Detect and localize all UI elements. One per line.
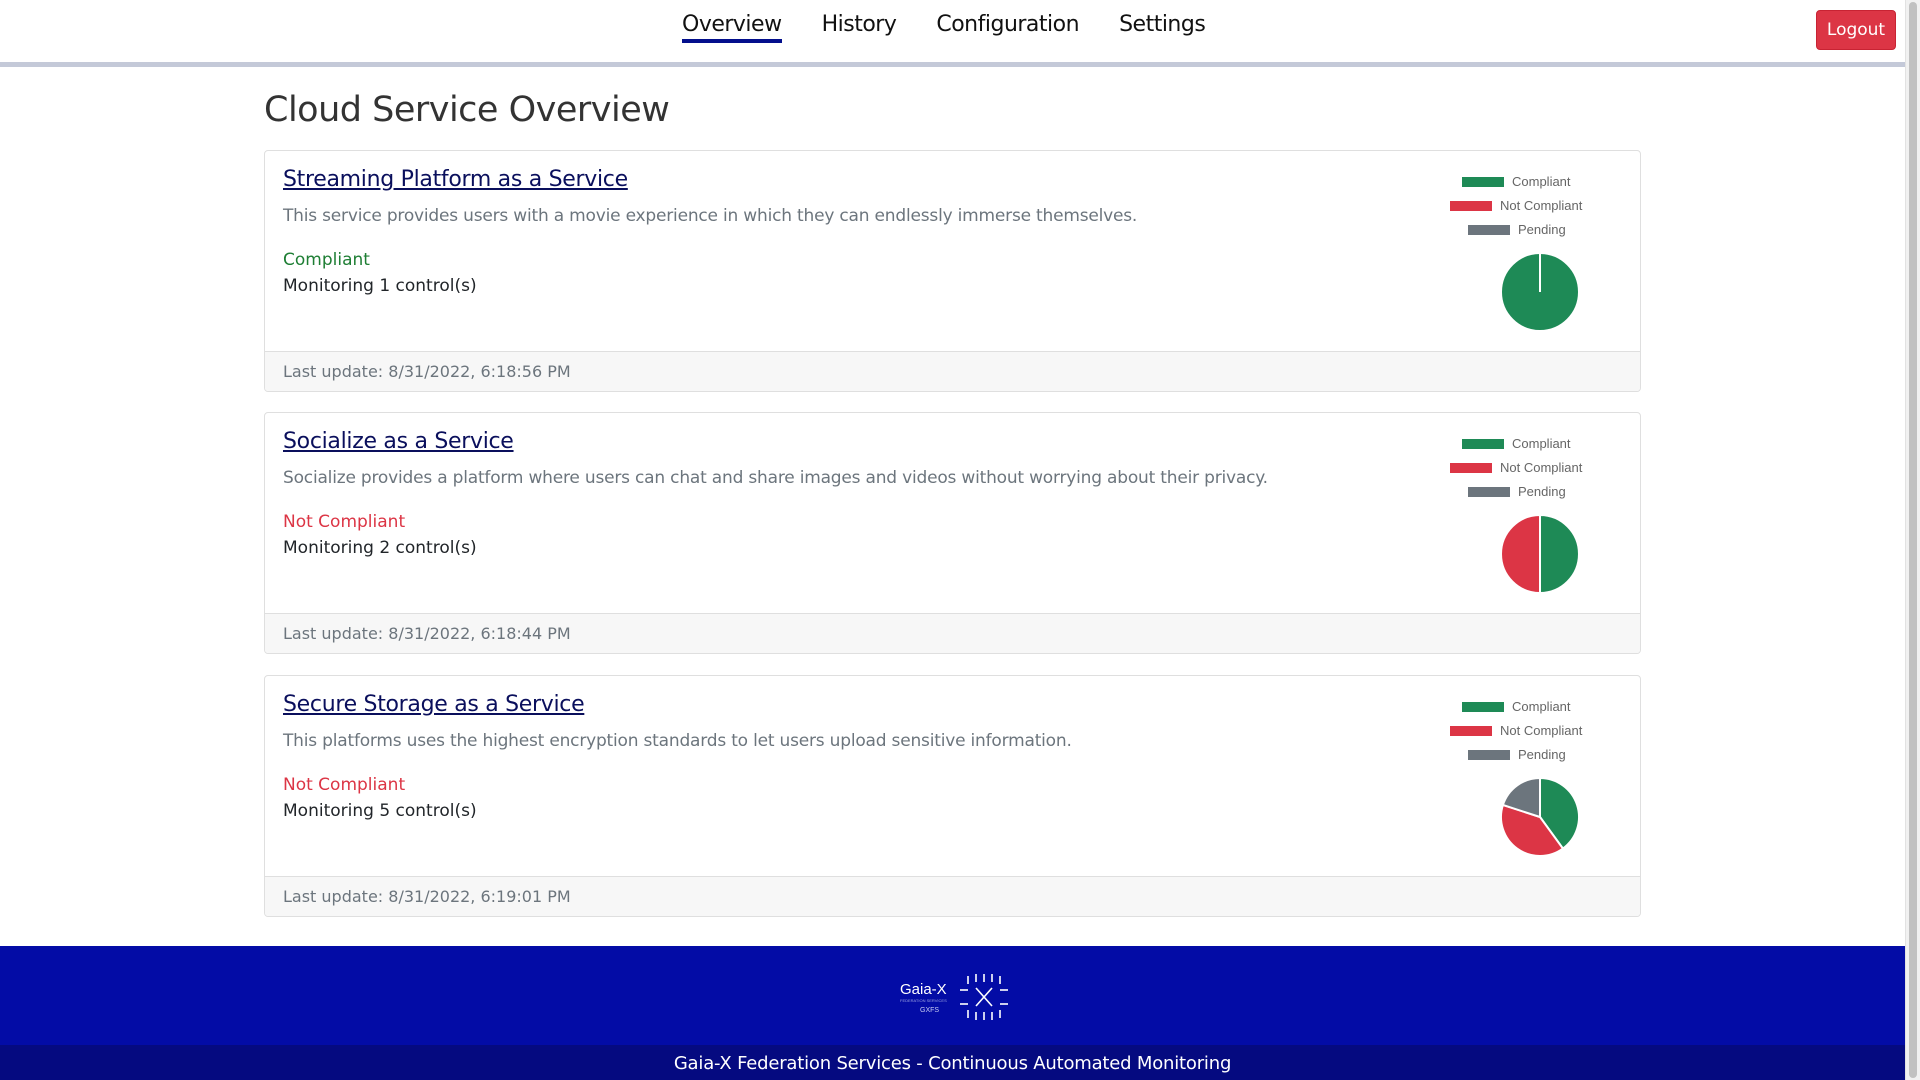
page-title: Cloud Service Overview [264,90,670,130]
legend-swatch-pending [1468,750,1510,760]
legend-swatch-not-compliant [1450,726,1492,736]
viewport: Overview History Configuration Settings … [0,0,1905,1080]
legend-label: Not Compliant [1500,460,1583,475]
legend-label: Pending [1518,484,1566,499]
legend-item-pending[interactable]: Pending [1468,222,1608,237]
card-footer: Last update: 8/31/2022, 6:19:01 PM [265,876,1640,916]
logo-starburst-icon [960,974,1008,1020]
nav-links: Overview History Configuration Settings [682,12,1245,43]
legend-item-not-compliant[interactable]: Not Compliant [1450,723,1610,738]
legend-label: Compliant [1512,436,1571,451]
pie-slice-compliant[interactable] [1539,514,1580,594]
footer-text: Gaia-X Federation Services - Continuous … [673,1053,1232,1074]
pie-svg [1500,252,1580,332]
compliance-status: Compliant [283,250,370,270]
legend-label: Compliant [1512,174,1571,189]
monitoring-count: Monitoring 2 control(s) [283,538,477,558]
last-update: Last update: 8/31/2022, 6:18:56 PM [283,362,571,381]
legend-item-not-compliant[interactable]: Not Compliant [1450,460,1610,475]
card-body: Streaming Platform as a Service This ser… [265,151,1640,351]
logo-sub: GXFS [920,1007,939,1014]
service-title-link[interactable]: Secure Storage as a Service [283,692,585,717]
service-title-link[interactable]: Socialize as a Service [283,429,514,454]
legend-label: Compliant [1512,699,1571,714]
legend-label: Not Compliant [1500,198,1583,213]
legend-item-compliant[interactable]: Compliant [1462,699,1602,714]
legend-label: Not Compliant [1500,723,1583,738]
card-body: Secure Storage as a Service This platfor… [265,676,1640,876]
legend-swatch-compliant [1462,702,1504,712]
pie-svg [1500,514,1580,594]
legend-item-pending[interactable]: Pending [1468,484,1608,499]
legend-swatch-compliant [1462,177,1504,187]
gaia-x-logo[interactable]: Gaia-X FEDERATION SERVICES GXFS [898,972,1010,1022]
legend-item-compliant[interactable]: Compliant [1462,174,1602,189]
service-card: Secure Storage as a Service This platfor… [264,675,1641,917]
legend-swatch-compliant [1462,439,1504,449]
compliance-pie-chart: Compliant Not Compliant Pending [1450,169,1610,339]
nav-settings[interactable]: Settings [1119,12,1206,43]
legend-swatch-pending [1468,225,1510,235]
service-title-link[interactable]: Streaming Platform as a Service [283,167,628,192]
nav-configuration[interactable]: Configuration [936,12,1079,43]
legend-item-pending[interactable]: Pending [1468,747,1608,762]
vertical-scrollbar[interactable] [1905,0,1920,1080]
card-body: Socialize as a Service Socialize provide… [265,413,1640,613]
scrollbar-thumb[interactable] [1909,2,1917,1078]
service-description: This platforms uses the highest encrypti… [283,731,1072,751]
logout-button[interactable]: Logout [1816,10,1896,50]
top-navbar: Overview History Configuration Settings … [0,0,1905,67]
pie-slice-not-compliant[interactable] [1500,514,1541,594]
service-description: Socialize provides a platform where user… [283,468,1268,488]
legend-swatch-not-compliant [1450,201,1492,211]
card-footer: Last update: 8/31/2022, 6:18:44 PM [265,613,1640,653]
legend-label: Pending [1518,747,1566,762]
monitoring-count: Monitoring 1 control(s) [283,276,477,296]
legend-swatch-not-compliant [1450,463,1492,473]
pie-svg [1500,777,1580,857]
footer-bar: Gaia-X Federation Services - Continuous … [0,1045,1905,1080]
logo-text: Gaia-X [900,981,947,998]
logo-tagline: FEDERATION SERVICES [900,998,947,1003]
compliance-status: Not Compliant [283,512,406,532]
nav-history[interactable]: History [822,12,897,43]
last-update: Last update: 8/31/2022, 6:18:44 PM [283,624,571,643]
nav-overview[interactable]: Overview [682,12,782,43]
compliance-status: Not Compliant [283,775,406,795]
legend-item-compliant[interactable]: Compliant [1462,436,1602,451]
service-card: Streaming Platform as a Service This ser… [264,150,1641,392]
service-card: Socialize as a Service Socialize provide… [264,412,1641,654]
monitoring-count: Monitoring 5 control(s) [283,801,477,821]
last-update: Last update: 8/31/2022, 6:19:01 PM [283,887,571,906]
compliance-pie-chart: Compliant Not Compliant Pending [1450,431,1610,601]
card-footer: Last update: 8/31/2022, 6:18:56 PM [265,351,1640,391]
service-description: This service provides users with a movie… [283,206,1138,226]
legend-label: Pending [1518,222,1566,237]
legend-item-not-compliant[interactable]: Not Compliant [1450,198,1610,213]
page-footer: Gaia-X FEDERATION SERVICES GXFS Gaia-X F… [0,946,1905,1080]
legend-swatch-pending [1468,487,1510,497]
compliance-pie-chart: Compliant Not Compliant Pending [1450,694,1610,864]
